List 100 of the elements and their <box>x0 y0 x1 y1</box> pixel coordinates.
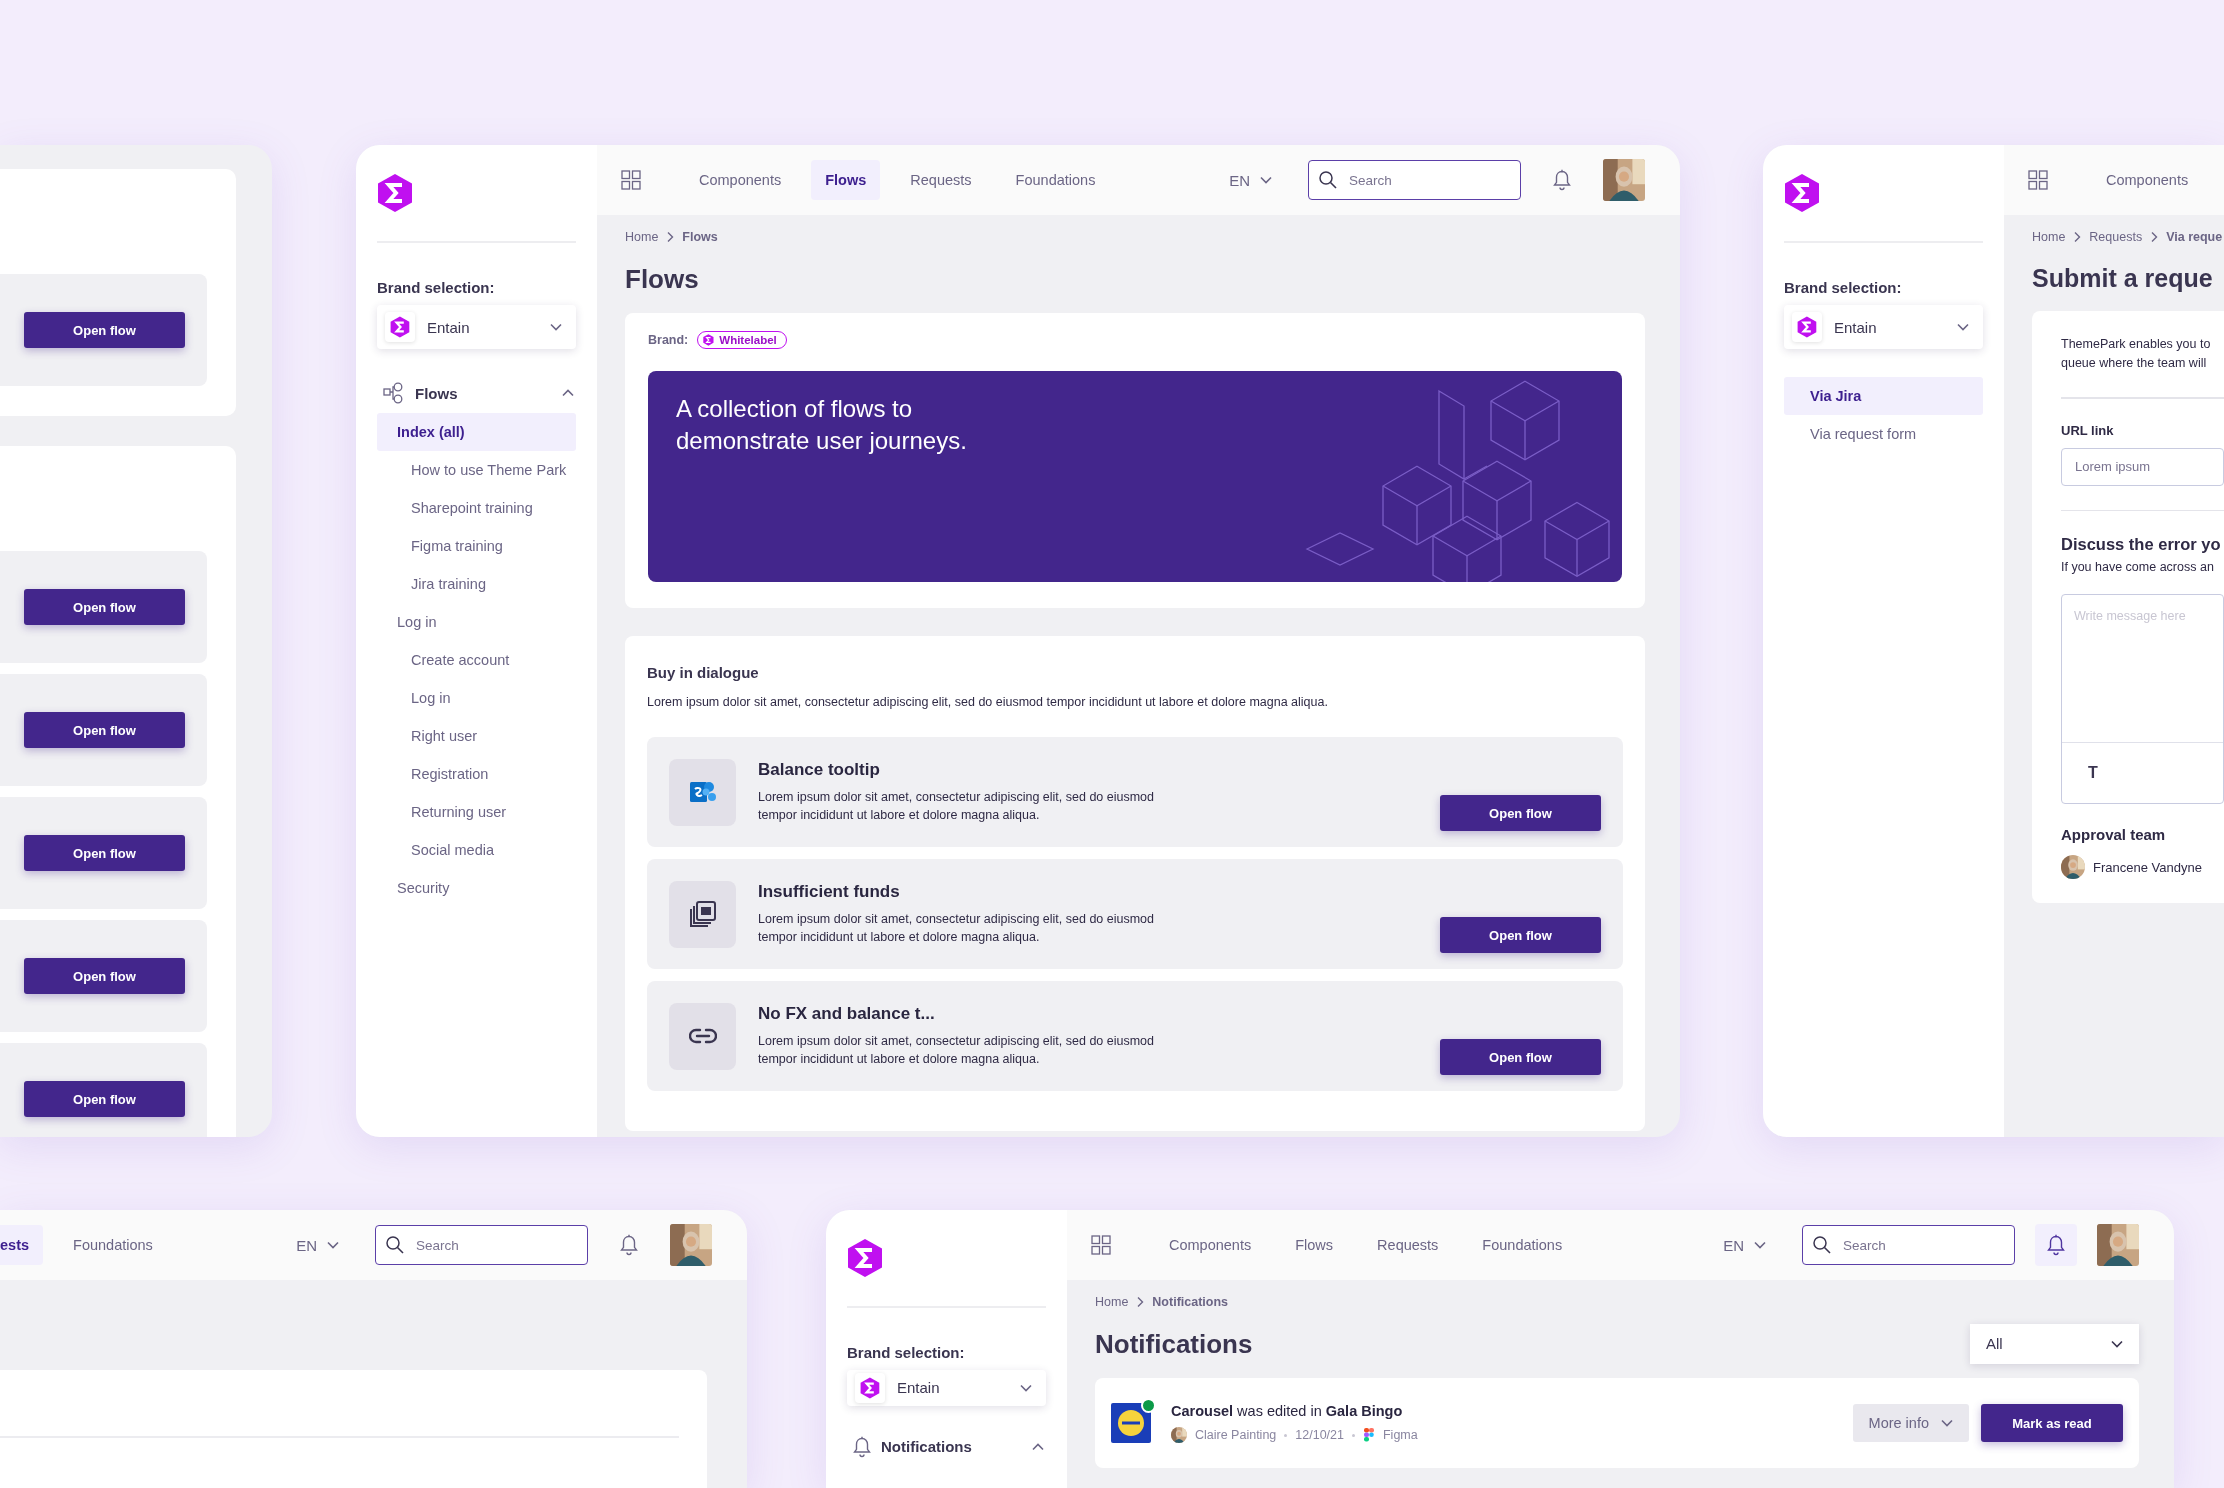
intro-text: ThemePark enables you to <box>2061 336 2212 353</box>
nav-item[interactable]: Right user <box>377 717 576 755</box>
nav-item[interactable]: Security <box>377 869 576 907</box>
nav-item[interactable]: Figma training <box>377 527 576 565</box>
breadcrumb-link[interactable]: Home <box>2032 230 2066 244</box>
bell-icon <box>853 1435 871 1458</box>
text-format-button[interactable]: T <box>2082 763 2104 783</box>
nav-item[interactable]: Social media <box>377 831 576 869</box>
nav-item[interactable]: Jira training <box>377 565 576 603</box>
flow-diagram-icon <box>383 382 405 404</box>
open-flow-button[interactable]: Open flow <box>24 835 185 871</box>
notification-text: Carousel was edited in Gala Bingo <box>1171 1403 1404 1419</box>
logo-icon <box>847 1238 883 1278</box>
nav-tab[interactable]: Components <box>685 160 796 200</box>
flow-title: Insufficient funds <box>758 881 901 902</box>
bell-icon <box>1553 169 1571 191</box>
mark-as-read-button[interactable]: Mark as read <box>1981 1404 2123 1442</box>
nav-tab[interactable]: ests <box>0 1225 44 1265</box>
message-field[interactable]: Write message here T <box>2061 594 2224 804</box>
field-label: URL link <box>2061 422 2115 438</box>
open-flow-button[interactable]: Open flow <box>1440 917 1601 953</box>
logo-icon <box>1797 316 1817 338</box>
filter-dropdown[interactable]: All <box>1970 1323 2139 1364</box>
notifications-button[interactable] <box>2035 1224 2077 1266</box>
breadcrumb-link[interactable]: Flows <box>682 230 718 244</box>
search-field[interactable]: Search <box>1802 1225 2015 1265</box>
nav-tab[interactable]: Requests <box>896 160 986 200</box>
brand-dropdown[interactable]: Entain <box>377 305 576 349</box>
search-field[interactable]: Search <box>375 1225 588 1265</box>
logo-icon <box>860 1376 880 1399</box>
flow-description: Lorem ipsum dolor sit amet, consectetur adipiscing elit, sed do eiusmod tempor incididunt ut labore et dolore magna aliqua. <box>758 1032 1156 1068</box>
brand-logo-icon <box>1111 1403 1151 1443</box>
logo-icon <box>1784 173 1820 213</box>
nav-item[interactable]: Create account <box>377 641 576 679</box>
file-stack-icon <box>688 900 717 928</box>
nav-tab[interactable]: Foundations <box>1001 160 1110 200</box>
nav-item[interactable]: Via request form <box>1784 415 1983 453</box>
brand-label: Brand: <box>648 333 689 347</box>
flow-title: No FX and balance t... <box>758 1003 936 1024</box>
open-flow-button[interactable]: Open flow <box>24 712 185 748</box>
nav-item[interactable]: Registration <box>377 755 576 793</box>
banner-text: A collection of flows to demonstrate user journeys. <box>675 394 968 457</box>
nav-tab[interactable]: Flows <box>1281 1225 1348 1265</box>
grid-menu-icon[interactable] <box>2028 170 2048 190</box>
nav-tab[interactable]: Foundations <box>59 1225 167 1265</box>
url-field[interactable]: Lorem ipsum <box>2061 447 2224 486</box>
brand-selection-label: Brand selection: <box>1784 279 1903 296</box>
breadcrumb-link[interactable]: Requests <box>2089 230 2143 244</box>
section-description: If you have come across an <box>2061 560 2215 574</box>
nav-item[interactable]: Sharepoint training <box>377 489 576 527</box>
nav-item[interactable]: Via Jira <box>1784 377 1983 415</box>
open-flow-button[interactable]: Open flow <box>24 312 185 348</box>
bell-icon <box>620 1234 638 1256</box>
source-name: Figma <box>1382 1428 1418 1442</box>
link-icon <box>688 1028 717 1044</box>
approver-name: Francene Vandyne <box>2093 859 2202 875</box>
open-flow-button[interactable]: Open flow <box>24 1081 185 1117</box>
breadcrumb-link[interactable]: Home <box>625 230 659 244</box>
breadcrumb-link[interactable]: Via reque <box>2166 230 2223 244</box>
nav-item[interactable]: Log in <box>377 603 576 641</box>
brand-selection-label: Brand selection: <box>847 1343 966 1361</box>
nav-item[interactable]: Log in <box>377 679 576 717</box>
chevron-right-icon <box>2073 231 2082 243</box>
breadcrumb-link[interactable]: Notifications <box>1152 1295 1229 1309</box>
grid-menu-icon[interactable] <box>1091 1235 1111 1255</box>
nav-item[interactable]: Index (all) <box>377 413 576 451</box>
brand-dropdown[interactable]: Entain <box>847 1369 1046 1406</box>
nav-item[interactable]: How to use Theme Park <box>377 451 576 489</box>
nav-section-header[interactable]: Flows <box>377 377 576 409</box>
nav-tab[interactable]: Components <box>1155 1225 1266 1265</box>
nav-tab[interactable]: Foundations <box>1468 1225 1577 1265</box>
author-name: Claire Painting <box>1195 1428 1277 1442</box>
flow-description: Lorem ipsum dolor sit amet, consectetur adipiscing elit, sed do eiusmod tempor incididunt ut labore et dolore magna aliqua. <box>758 788 1156 824</box>
language-selector[interactable]: EN <box>1723 1236 1768 1254</box>
nav-tab[interactable]: Components <box>2092 160 2203 200</box>
page-title: Submit a reque <box>2032 264 2214 293</box>
language-selector[interactable]: EN <box>296 1236 341 1254</box>
nav-tab[interactable]: Flows <box>811 160 881 200</box>
intro-text: queue where the team will <box>2061 355 2208 372</box>
search-icon <box>385 1235 405 1255</box>
section-title: Discuss the error yo <box>2061 535 2222 554</box>
flow-title: Balance tooltip <box>758 759 881 780</box>
more-info-button[interactable]: More info <box>1852 1404 1969 1442</box>
brand-dropdown[interactable]: Entain <box>1784 305 1983 349</box>
nav-section-header[interactable]: Notifications <box>847 1433 1046 1460</box>
breadcrumb-link[interactable]: Home <box>1095 1295 1129 1309</box>
search-icon <box>1812 1235 1832 1255</box>
open-flow-button[interactable]: Open flow <box>1440 795 1601 831</box>
search-field[interactable]: Search <box>1308 160 1521 200</box>
logo-icon <box>390 316 410 338</box>
language-selector[interactable]: EN <box>1229 171 1274 189</box>
nav-tab[interactable]: Requests <box>1363 1225 1453 1265</box>
open-flow-button[interactable]: Open flow <box>1440 1039 1601 1075</box>
chevron-right-icon <box>666 231 675 243</box>
grid-menu-icon[interactable] <box>621 170 641 190</box>
open-flow-button[interactable]: Open flow <box>24 958 185 994</box>
nav-item[interactable]: Returning user <box>377 793 576 831</box>
logo-icon <box>703 334 715 346</box>
flow-description: Lorem ipsum dolor sit amet, consectetur adipiscing elit, sed do eiusmod tempor incididunt ut labore et dolore magna aliqua. <box>758 910 1156 946</box>
open-flow-button[interactable]: Open flow <box>24 589 185 625</box>
